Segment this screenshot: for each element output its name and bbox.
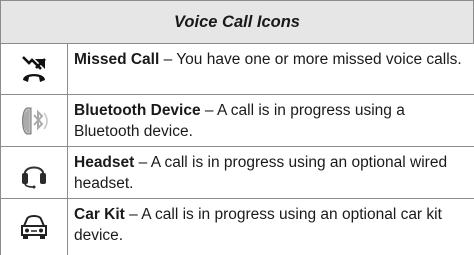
bluetooth-device-icon: [19, 104, 49, 138]
icon-cell: [0, 199, 68, 255]
row-name: Bluetooth Device: [74, 102, 201, 119]
row-name: Headset: [74, 154, 135, 171]
table-title: Voice Call Icons: [0, 1, 474, 44]
table-row: Car Kit – A call is in progress using an…: [0, 199, 474, 255]
table-row: Bluetooth Device – A call is in progress…: [0, 95, 474, 147]
icon-cell: [0, 95, 68, 146]
row-name: Car Kit: [74, 206, 125, 223]
table-row: Missed Call – You have one or more misse…: [0, 44, 474, 95]
missed-call-icon: [19, 54, 49, 84]
headset-icon: [19, 157, 49, 189]
row-text: Car Kit – A call is in progress using an…: [68, 199, 474, 255]
row-separator: –: [124, 206, 142, 223]
row-description: You have one or more missed voice calls.: [176, 51, 462, 68]
icon-cell: [0, 44, 68, 94]
table-row: Headset – A call is in progress using an…: [0, 147, 474, 199]
row-text: Bluetooth Device – A call is in progress…: [68, 95, 474, 146]
row-text: Missed Call – You have one or more misse…: [68, 44, 474, 94]
row-separator: –: [200, 102, 217, 119]
row-name: Missed Call: [74, 51, 160, 68]
row-text: Headset – A call is in progress using an…: [68, 147, 474, 198]
car-kit-icon: [19, 212, 49, 242]
row-separator: –: [159, 51, 177, 68]
voice-call-icons-table: Voice Call Icons Missed Call – You have …: [0, 0, 474, 255]
row-separator: –: [134, 154, 151, 171]
icon-cell: [0, 147, 68, 198]
